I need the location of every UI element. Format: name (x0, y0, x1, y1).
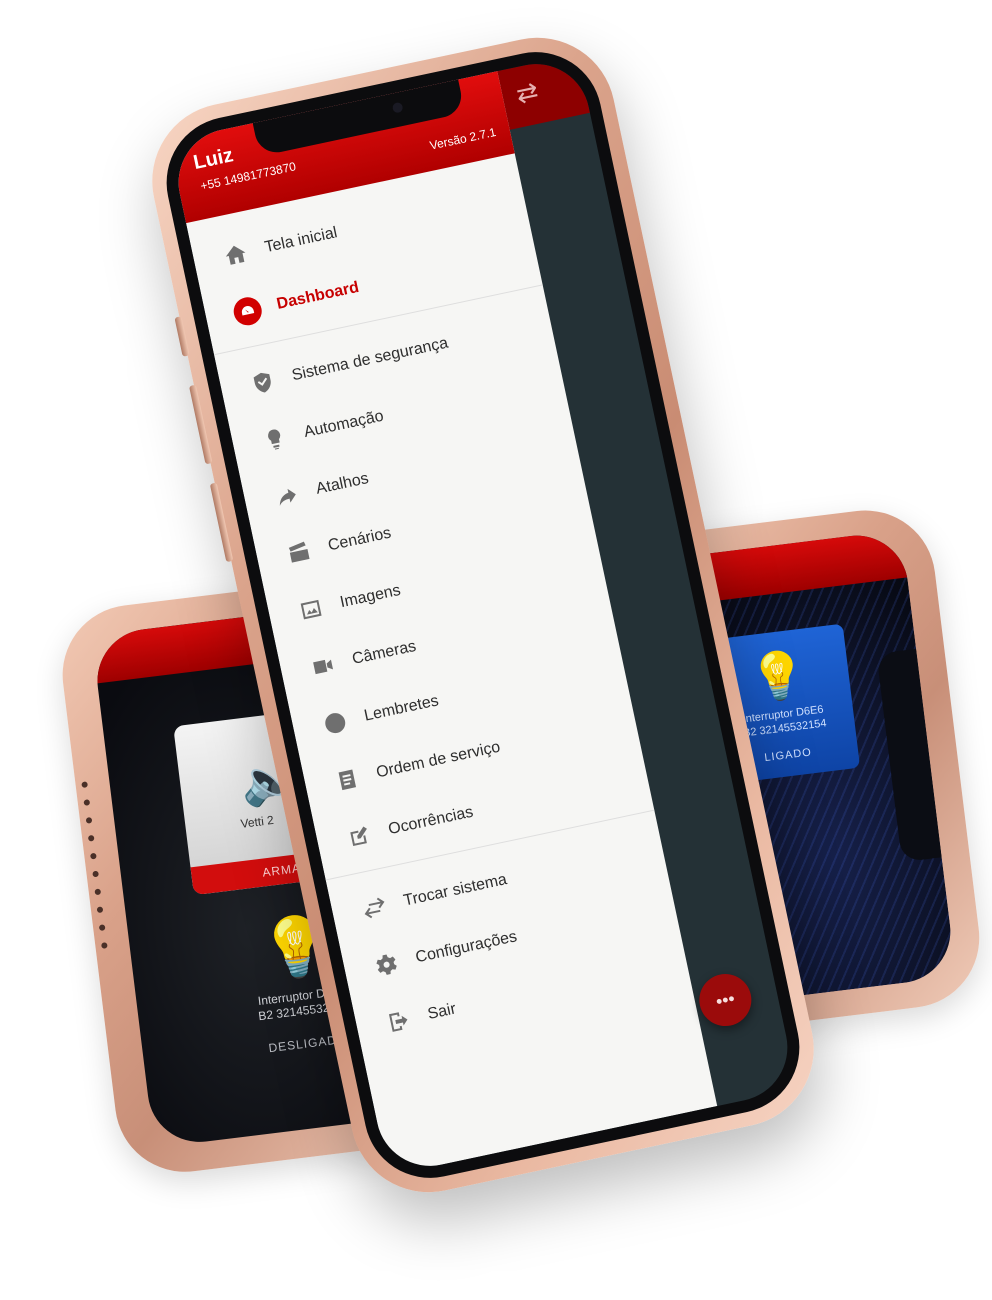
menu-item-label: Atalhos (314, 470, 371, 498)
menu-item-label: Cenários (326, 524, 393, 555)
video-camera-icon (307, 650, 340, 683)
menu-item-label: Automação (302, 407, 386, 442)
front-camera (391, 101, 404, 114)
volume-down-button (209, 482, 234, 563)
alarm-label: Vetti 2 (239, 812, 275, 831)
gear-icon (370, 948, 403, 981)
user-name: Luiz (191, 144, 236, 175)
document-icon (331, 763, 364, 796)
clock-icon (319, 706, 352, 739)
menu-item-label: Ocorrências (386, 803, 475, 839)
exit-icon (382, 1005, 415, 1038)
menu-item-label: Configurações (414, 928, 519, 967)
swap-icon (358, 891, 391, 924)
menu-item-label: Trocar sistema (402, 871, 509, 910)
menu-item-label: Imagens (338, 581, 403, 612)
clapperboard-icon (282, 536, 315, 569)
right-phone-notch (876, 648, 942, 863)
more-options-button[interactable]: ••• (694, 969, 757, 1031)
app-version: Versão 2.7.1 (428, 124, 498, 153)
menu-item-label: Ordem de serviço (374, 738, 502, 782)
volume-up-button (188, 384, 213, 465)
edit-icon (343, 820, 376, 853)
bulb-icon (258, 423, 291, 456)
menu-item-label: Dashboard (275, 278, 361, 313)
mute-switch (174, 316, 190, 357)
menu-item-label: Sair (426, 1000, 458, 1024)
home-icon (219, 238, 252, 271)
dashboard-icon (231, 294, 265, 328)
menu-item-label: Câmeras (350, 637, 418, 668)
menu-item-label: Lembretes (362, 692, 441, 725)
menu-item-label: Tela inicial (263, 224, 339, 257)
image-icon (295, 593, 328, 626)
share-arrow-icon (270, 480, 303, 513)
shield-icon (246, 366, 279, 399)
